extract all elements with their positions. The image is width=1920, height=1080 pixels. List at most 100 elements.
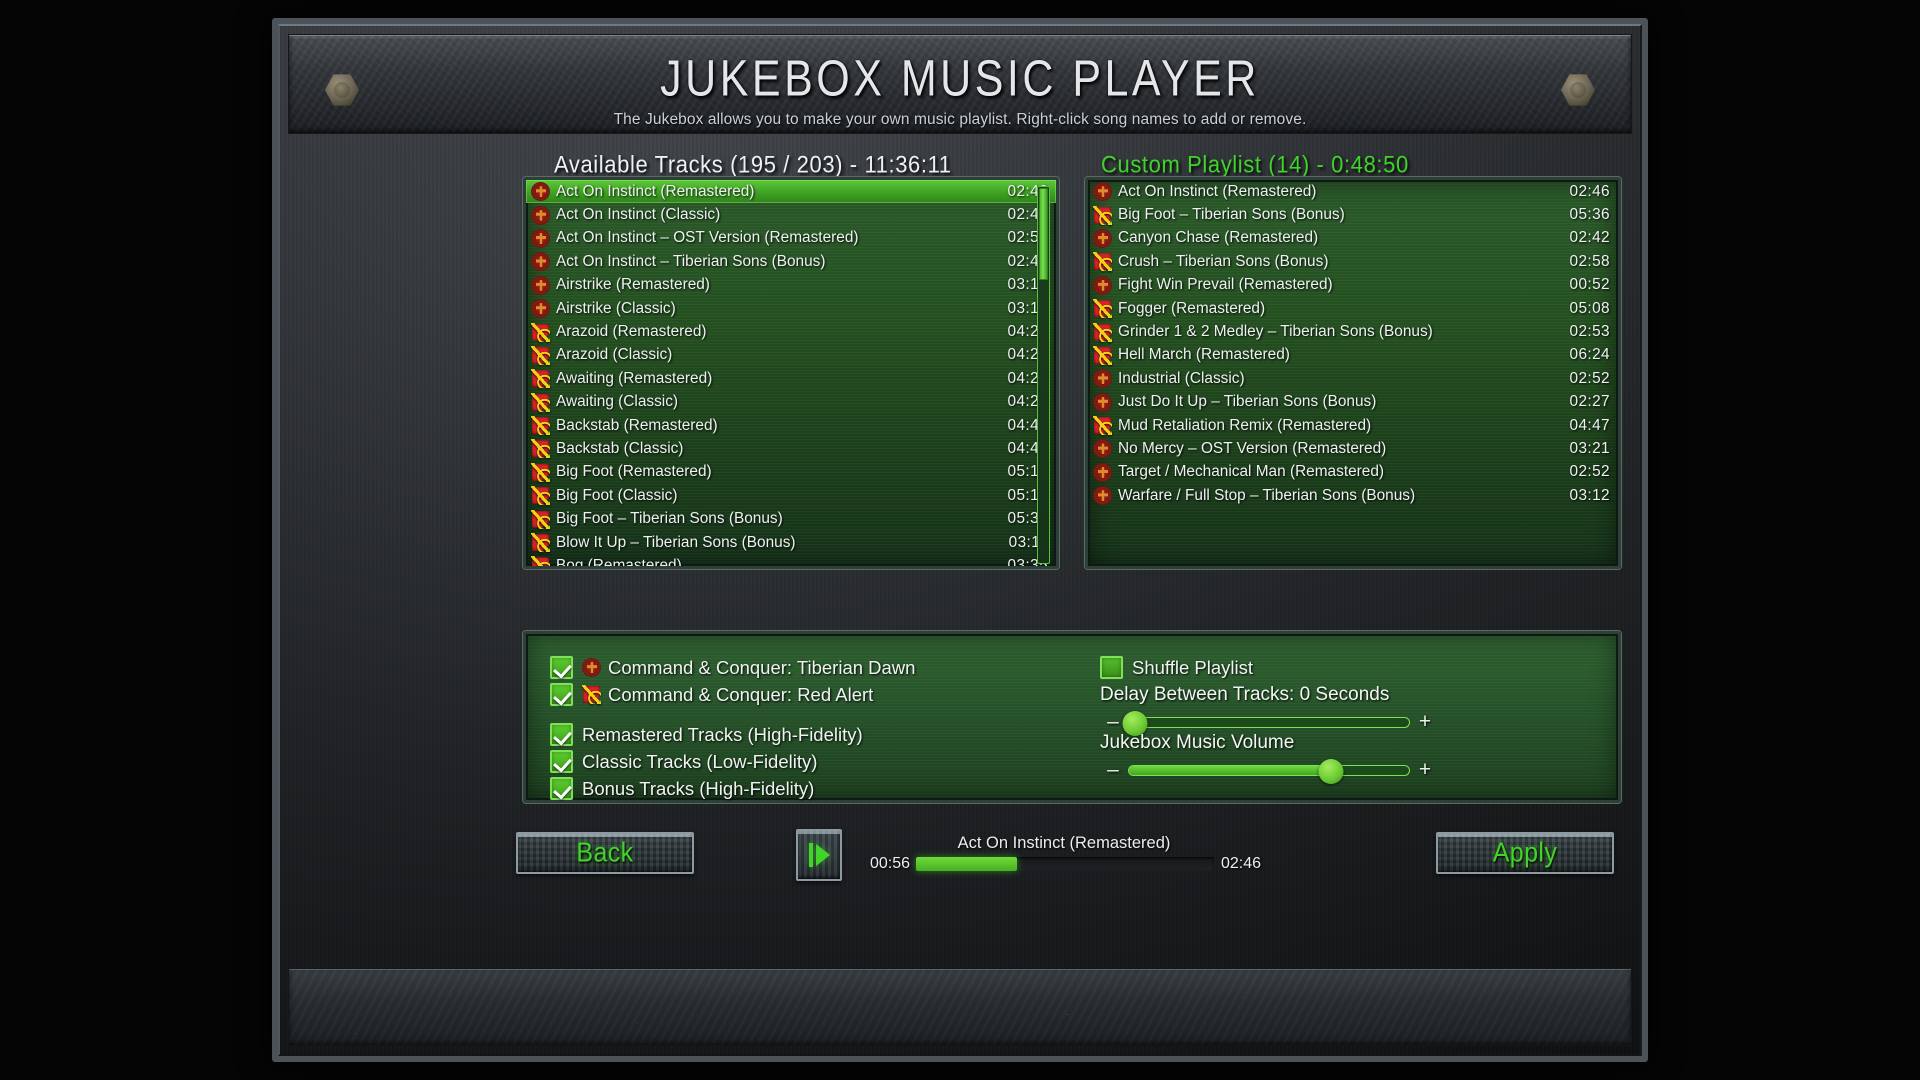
track-name: Backstab (Classic): [556, 439, 684, 457]
track-row[interactable]: Fight Win Prevail (Remastered) 00:52: [1088, 274, 1618, 297]
track-row[interactable]: Awaiting (Classic) 04:25: [526, 391, 1056, 414]
checkbox-red-alert[interactable]: [550, 683, 573, 706]
volume-slider-knob[interactable]: [1318, 758, 1344, 784]
track-duration: 06:24: [1569, 346, 1610, 364]
gdi-faction-icon: [531, 182, 550, 202]
available-tracks-header: Available Tracks (195 / 203) - 11:36:11: [554, 150, 952, 178]
track-row[interactable]: Warfare / Full Stop – Tiberian Sons (Bon…: [1088, 484, 1618, 507]
filter-classic[interactable]: Classic Tracks (Low-Fidelity): [550, 750, 817, 773]
soviet-faction-icon: [1093, 252, 1112, 271]
track-row[interactable]: Awaiting (Remastered) 04:25: [526, 367, 1056, 390]
available-tracks-scrollbar[interactable]: [1037, 186, 1050, 564]
track-row[interactable]: Airstrike (Remastered) 03:17: [526, 274, 1056, 297]
soviet-faction-icon: [1093, 416, 1112, 435]
custom-playlist-list[interactable]: Act On Instinct (Remastered) 02:46 Big Foo…: [1088, 180, 1618, 507]
track-row[interactable]: Big Foot (Remastered) 05:15: [526, 461, 1056, 484]
checkbox-tiberian-dawn[interactable]: [550, 656, 573, 679]
soviet-faction-icon: [1093, 206, 1112, 225]
jukebox-dialog: JUKEBOX MUSIC PLAYER The Jukebox allows …: [272, 18, 1648, 1062]
filter-red-alert[interactable]: Command & Conquer: Red Alert: [550, 683, 873, 706]
volume-label: Jukebox Music Volume: [1100, 732, 1295, 753]
delay-slider[interactable]: – +: [1104, 710, 1434, 736]
checkbox-shuffle-playlist[interactable]: [1100, 656, 1123, 679]
page-title: JUKEBOX MUSIC PLAYER: [660, 50, 1260, 108]
scrollbar-thumb[interactable]: [1039, 188, 1048, 280]
track-row[interactable]: Arazoid (Classic) 04:22: [526, 344, 1056, 367]
track-row[interactable]: Big Foot (Classic) 05:13: [526, 484, 1056, 507]
volume-slider-track[interactable]: [1128, 758, 1410, 784]
track-name: Arazoid (Classic): [556, 346, 673, 364]
volume-decrease-button[interactable]: –: [1104, 758, 1122, 782]
filter-red-alert-label: Command & Conquer: Red Alert: [608, 683, 874, 705]
track-name: Fogger (Remastered): [1118, 299, 1266, 317]
track-row[interactable]: Act On Instinct – OST Version (Remastere…: [526, 227, 1056, 250]
track-row[interactable]: Target / Mechanical Man (Remastered) 02:5…: [1088, 461, 1618, 484]
track-row[interactable]: Airstrike (Classic) 03:17: [526, 297, 1056, 320]
gdi-faction-icon: [531, 299, 550, 319]
track-row[interactable]: Mud Retaliation Remix (Remastered) 04:47: [1088, 414, 1618, 437]
track-row[interactable]: Act On Instinct (Classic) 02:45: [526, 203, 1056, 226]
track-row[interactable]: Act On Instinct (Remastered) 02:46: [1088, 180, 1618, 203]
player-bar: [288, 968, 1632, 1046]
custom-playlist-panel[interactable]: Act On Instinct (Remastered) 02:46 Big Foo…: [1085, 177, 1621, 569]
track-row[interactable]: Arazoid (Remastered) 04:26: [526, 320, 1056, 343]
checkbox-classic[interactable]: [550, 750, 573, 773]
gdi-faction-icon: [1093, 369, 1112, 389]
track-row[interactable]: Grinder 1 & 2 Medley – Tiberian Sons (Bo…: [1088, 320, 1618, 343]
track-row[interactable]: Act On Instinct (Remastered) 02:46: [526, 180, 1056, 204]
play-triangle: [815, 844, 830, 866]
back-button[interactable]: Back: [516, 832, 694, 874]
track-row[interactable]: Industrial (Classic) 02:52: [1088, 367, 1618, 390]
track-row[interactable]: Bog (Remastered) 03:35: [526, 554, 1056, 566]
volume-increase-button[interactable]: +: [1416, 758, 1434, 782]
track-row[interactable]: No Mercy – OST Version (Remastered) 03:21: [1088, 437, 1618, 460]
track-row[interactable]: Hell March (Remastered) 06:24: [1088, 344, 1618, 367]
apply-button[interactable]: Apply: [1436, 832, 1614, 874]
available-tracks-panel[interactable]: Act On Instinct (Remastered) 02:46 Act On …: [523, 177, 1059, 569]
available-tracks-list[interactable]: Act On Instinct (Remastered) 02:46 Act On …: [526, 180, 1056, 566]
soviet-faction-icon: [531, 369, 550, 388]
gdi-faction-icon: [582, 658, 601, 677]
track-name: Blow It Up – Tiberian Sons (Bonus): [556, 533, 796, 551]
filter-tiberian-dawn[interactable]: Command & Conquer: Tiberian Dawn: [550, 656, 915, 679]
volume-slider[interactable]: – +: [1104, 758, 1434, 784]
track-row[interactable]: Big Foot – Tiberian Sons (Bonus) 05:36: [1088, 203, 1618, 226]
total-time: 02:46: [1221, 855, 1262, 872]
gdi-faction-icon: [531, 228, 550, 248]
track-row[interactable]: Backstab (Classic) 04:43: [526, 437, 1056, 460]
track-duration: 00:52: [1569, 276, 1610, 294]
track-duration: 02:52: [1569, 463, 1610, 481]
delay-decrease-button[interactable]: –: [1104, 710, 1122, 734]
gdi-faction-icon: [1093, 275, 1112, 295]
track-name: Target / Mechanical Man (Remastered): [1118, 463, 1385, 481]
pause-play-icon[interactable]: [796, 829, 842, 881]
track-duration: 03:12: [1569, 486, 1610, 504]
soviet-faction-icon: [531, 463, 550, 482]
checkbox-bonus[interactable]: [550, 777, 573, 800]
track-duration: 02:52: [1569, 369, 1610, 387]
track-row[interactable]: Blow It Up – Tiberian Sons (Bonus) 03:11: [526, 531, 1056, 554]
track-row[interactable]: Canyon Chase (Remastered) 02:42: [1088, 227, 1618, 250]
delay-increase-button[interactable]: +: [1416, 710, 1434, 734]
filter-remastered[interactable]: Remastered Tracks (High-Fidelity): [550, 723, 863, 746]
track-name: Awaiting (Remastered): [556, 369, 713, 387]
soviet-faction-icon: [531, 439, 550, 458]
shuffle-playlist-option[interactable]: Shuffle Playlist: [1100, 656, 1253, 679]
track-row[interactable]: Big Foot – Tiberian Sons (Bonus) 05:36: [526, 507, 1056, 530]
filter-bonus[interactable]: Bonus Tracks (High-Fidelity): [550, 777, 814, 800]
now-playing-title: Act On Instinct (Remastered): [957, 834, 1171, 852]
filter-tiberian-dawn-label: Command & Conquer: Tiberian Dawn: [608, 656, 916, 678]
shuffle-playlist-label: Shuffle Playlist: [1132, 656, 1253, 678]
checkbox-remastered[interactable]: [550, 723, 573, 746]
track-row[interactable]: Backstab (Remastered) 04:47: [526, 414, 1056, 437]
track-row[interactable]: Act On Instinct – Tiberian Sons (Bonus) 0…: [526, 250, 1056, 273]
track-row[interactable]: Just Do It Up – Tiberian Sons (Bonus) 02:…: [1088, 391, 1618, 414]
track-row[interactable]: Crush – Tiberian Sons (Bonus) 02:58: [1088, 250, 1618, 273]
track-name: Airstrike (Classic): [556, 299, 676, 317]
track-name: Airstrike (Remastered): [556, 276, 710, 294]
delay-label: Delay Between Tracks: 0 Seconds: [1100, 684, 1390, 705]
playback-progress-bar[interactable]: [916, 857, 1214, 871]
delay-slider-track[interactable]: [1122, 710, 1410, 736]
track-name: No Mercy – OST Version (Remastered): [1118, 439, 1387, 457]
track-row[interactable]: Fogger (Remastered) 05:08: [1088, 297, 1618, 320]
